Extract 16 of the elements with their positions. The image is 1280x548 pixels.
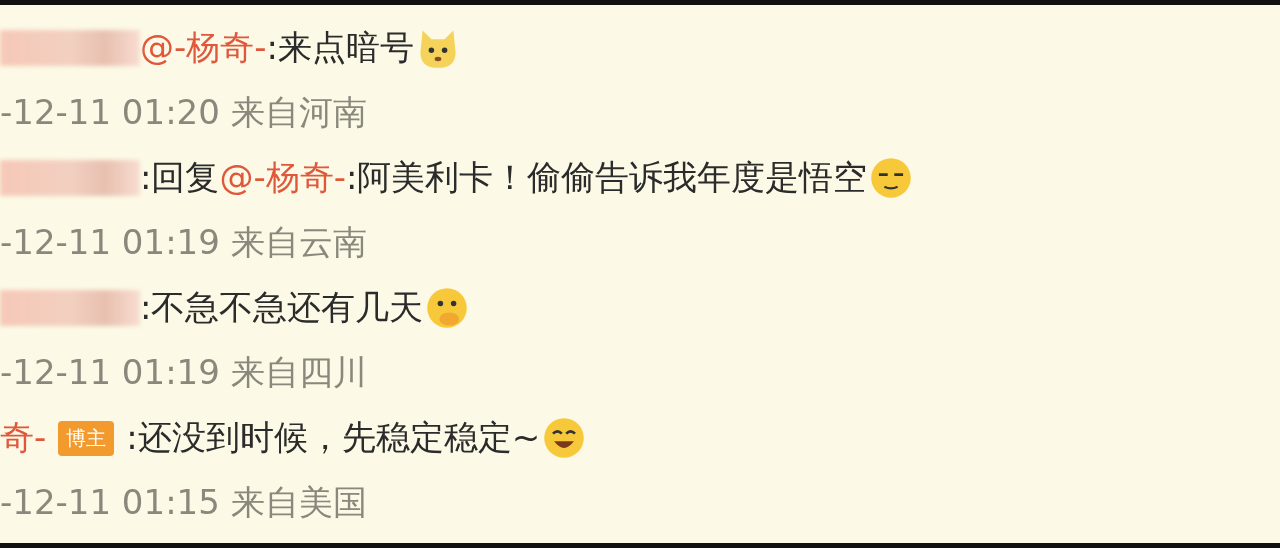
shy-face-icon xyxy=(425,286,470,330)
smirk-face-icon xyxy=(869,156,914,200)
user-mention[interactable]: @-杨奇- xyxy=(140,25,267,71)
comment-text: :来点暗号 xyxy=(266,26,414,69)
comment-text: :回复 xyxy=(140,156,220,199)
comment-text: :不急不急还有几天 xyxy=(140,286,424,329)
comment-timestamp: -12-11 01:20 来自河南 xyxy=(0,91,368,134)
user-mention[interactable]: 奇- xyxy=(0,415,47,461)
grin-face-icon xyxy=(542,416,587,460)
comment-timestamp: -12-11 01:19 来自四川 xyxy=(0,351,368,394)
author-badge: 博主 xyxy=(58,420,115,456)
user-mention[interactable]: @-杨奇- xyxy=(219,155,346,201)
comment-text: :阿美利卡！偷偷告诉我年度是悟空 xyxy=(346,156,868,199)
comment-text: :还没到时候，先稳定稳定~ xyxy=(126,416,541,459)
comment-timestamp: -12-11 01:15 来自美国 xyxy=(0,481,368,524)
comment-timestamp: -12-11 01:19 来自云南 xyxy=(0,221,368,264)
